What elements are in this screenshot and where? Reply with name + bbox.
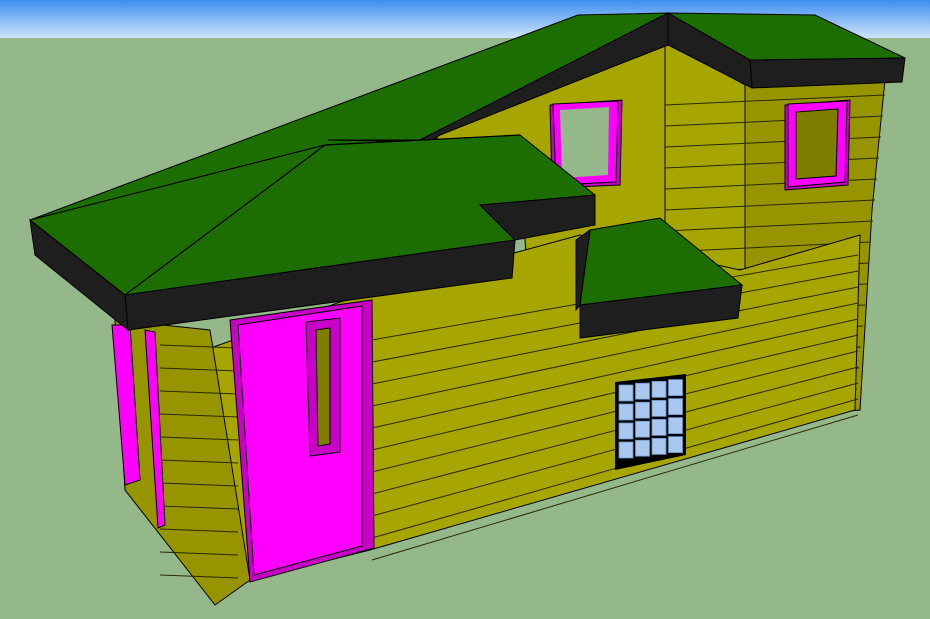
glass-block-pane	[618, 441, 634, 459]
glass-block-pane	[635, 439, 650, 457]
glass-block-pane	[668, 379, 683, 397]
glass-block-pane	[668, 398, 683, 416]
glass-block-pane	[618, 422, 634, 440]
glass-block-pane	[618, 384, 634, 402]
door-window-glass	[315, 327, 331, 447]
front-door	[237, 305, 363, 576]
front-door-assembly	[229, 299, 375, 583]
glass-block-pane	[651, 399, 667, 417]
glass-block-pane	[651, 437, 667, 455]
glass-block-pane	[635, 401, 650, 419]
glass-block-pane	[651, 418, 667, 436]
tiny-house-scene	[0, 0, 930, 619]
glass-block-window	[615, 374, 686, 470]
glass-block-pane	[651, 380, 667, 398]
upper-right-window-glass	[795, 108, 839, 180]
glass-block-pane	[668, 417, 683, 435]
upper-right-window	[784, 99, 851, 191]
upper-left-window-opening	[560, 107, 609, 178]
glass-block-pane	[668, 436, 683, 454]
glass-block-pane	[635, 420, 650, 438]
glass-block-pane	[618, 403, 634, 421]
glass-block-pane	[635, 382, 650, 400]
